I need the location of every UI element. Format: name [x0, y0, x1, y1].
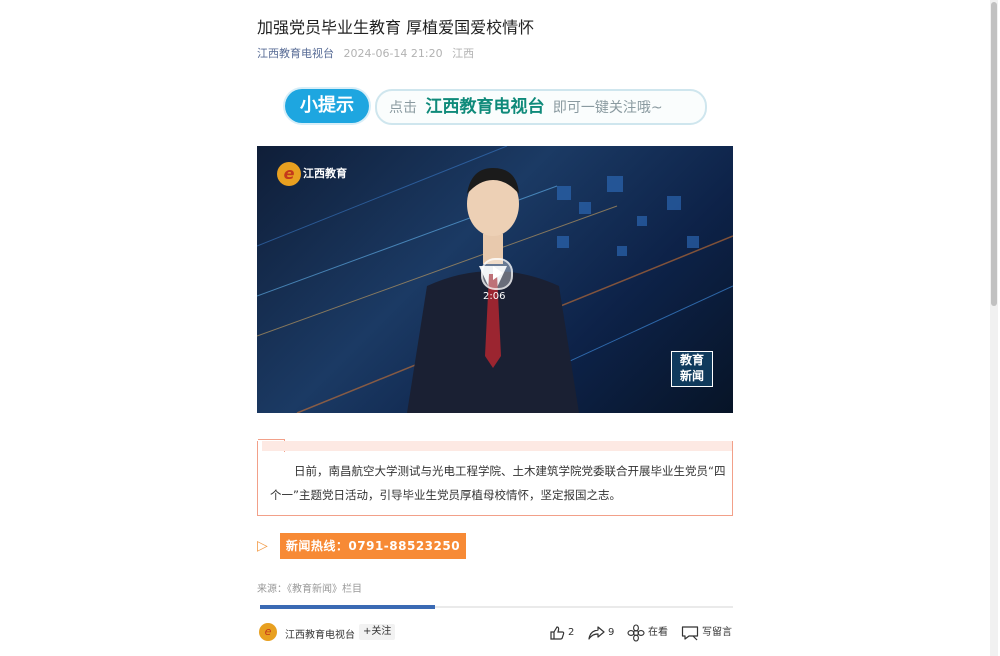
video-player[interactable]: e 江西教育 2:06 教育 新闻 [257, 146, 733, 413]
follow-button[interactable]: +关注 [359, 624, 396, 640]
article-footer: e 江西教育电视台 +关注 2 9 在看 写留言 [257, 621, 733, 645]
thumbs-up-icon [550, 626, 565, 640]
read-progress-fill [260, 605, 435, 609]
like-button[interactable]: 2 [549, 624, 574, 642]
tip-channel: 江西教育电视台 [425, 97, 545, 117]
article-meta: 江西教育电视台 2024-06-14 21:20 江西 [257, 45, 474, 61]
hotline-label: 新闻热线：0791-88523250 [280, 533, 466, 559]
tip-suffix: 即可一键关注哦~ [552, 100, 663, 116]
summary-paragraph: 日前，南昌航空大学测试与光电工程学院、土木建筑学院党委联合开展毕业生党员“四个一… [270, 464, 726, 502]
follow-tip-banner[interactable]: 小提示 点击 江西教育电视台 即可一键关注哦~ [285, 87, 707, 125]
article-title: 加强党员毕业生教育 厚植爱国爱校情怀 [257, 18, 535, 37]
publish-datetime: 2024-06-14 21:20 [343, 47, 443, 60]
like-count: 2 [568, 627, 575, 638]
share-count: 9 [608, 627, 615, 638]
share-icon [588, 626, 605, 640]
comment-button[interactable]: 写留言 [681, 624, 732, 642]
program-badge: 教育 新闻 [671, 351, 713, 387]
channel-logo-text: 江西教育 [303, 167, 347, 180]
badge-line-2: 新闻 [679, 369, 704, 383]
channel-logo: e 江西教育 [277, 162, 347, 186]
box-header-band [262, 441, 732, 451]
play-arrow-icon: ▷ [257, 538, 268, 554]
read-progress-bar [260, 605, 733, 609]
summary-box: 日前，南昌航空大学测试与光电工程学院、土木建筑学院党委联合开展毕业生党员“四个一… [257, 439, 733, 516]
scrollbar-thumb[interactable] [991, 2, 997, 306]
source-line: 来源：《教育新闻》栏目 [257, 584, 362, 595]
follow-tip-text[interactable]: 点击 江西教育电视台 即可一键关注哦~ [375, 89, 707, 125]
tip-prefix: 点击 [389, 100, 417, 116]
badge-line-1: 教育 [679, 353, 704, 367]
video-duration: 2:06 [483, 291, 506, 302]
footer-account-name[interactable]: 江西教育电视台 [285, 626, 355, 641]
publish-location: 江西 [452, 47, 475, 60]
flower-icon [627, 624, 645, 642]
comment-label: 写留言 [702, 627, 732, 638]
comment-icon [681, 626, 699, 641]
scrollbar[interactable] [990, 0, 998, 656]
watching-button[interactable]: 在看 [627, 624, 668, 642]
account-avatar[interactable]: e [259, 623, 277, 641]
tip-label: 小提示 [285, 89, 369, 123]
account-link[interactable]: 江西教育电视台 [257, 47, 334, 60]
play-icon[interactable] [481, 258, 513, 290]
share-button[interactable]: 9 [587, 624, 614, 642]
watching-label: 在看 [648, 627, 668, 638]
